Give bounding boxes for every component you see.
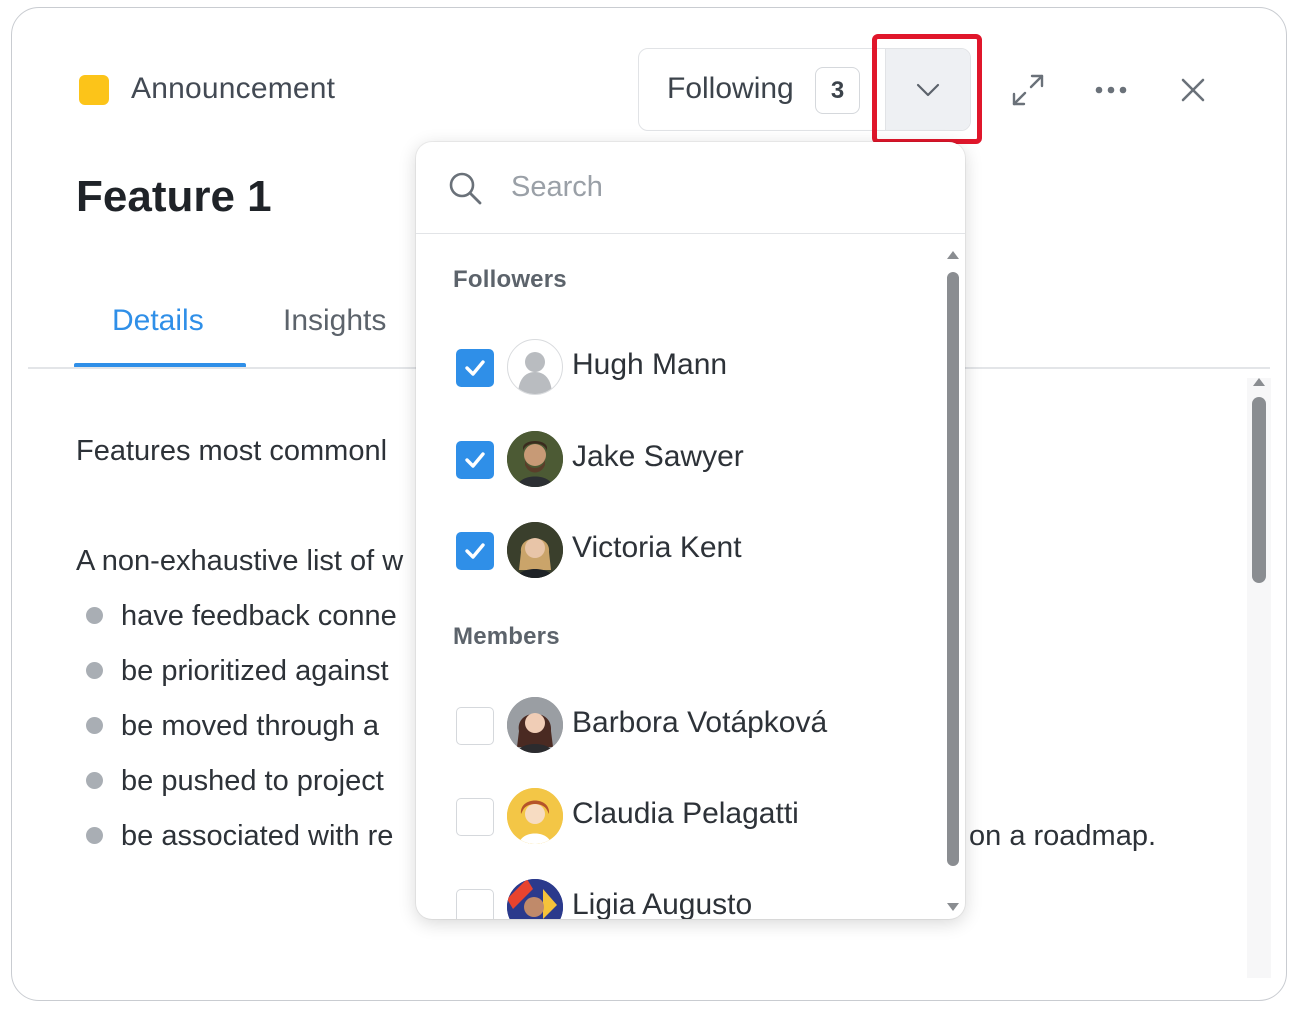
- person-name: Ligia Augusto: [572, 888, 753, 919]
- checkbox-unchecked[interactable]: [456, 798, 494, 836]
- close-button[interactable]: [1172, 70, 1214, 110]
- members-section-label: Members: [453, 623, 560, 650]
- content-scrollbar-thumb[interactable]: [1252, 397, 1266, 583]
- tab-details[interactable]: Details: [112, 304, 204, 338]
- bullet-dot: [86, 607, 103, 624]
- followers-dropdown: Followers Hugh Mann: [416, 142, 965, 919]
- tab-insights[interactable]: Insights: [283, 304, 386, 338]
- item-type-label: Announcement: [131, 72, 336, 105]
- expand-button[interactable]: [1004, 68, 1052, 112]
- list-item-tail: on a roadmap.: [969, 820, 1157, 852]
- checkmark-icon: [465, 360, 485, 376]
- avatar: [507, 431, 563, 487]
- bullet-dot: [86, 662, 103, 679]
- search-row: [416, 142, 965, 234]
- following-label[interactable]: Following: [667, 72, 794, 106]
- description-paragraph: Features most commonl: [76, 435, 388, 467]
- announcement-color-chip: [79, 75, 109, 105]
- scroll-down-arrow-icon[interactable]: [946, 902, 960, 912]
- person-name: Victoria Kent: [572, 531, 742, 564]
- list-item: be prioritized against: [121, 655, 389, 687]
- checkmark-icon: [465, 452, 485, 468]
- person-name: Claudia Pelagatti: [572, 797, 799, 830]
- avatar: [507, 788, 563, 844]
- follower-item-victoria-kent[interactable]: Victoria Kent: [456, 522, 926, 580]
- member-item-ligia-augusto[interactable]: Ligia Augusto: [456, 879, 926, 919]
- bullet-dot: [86, 717, 103, 734]
- list-item: be associated with re: [121, 820, 394, 852]
- feature-title[interactable]: Feature 1: [76, 172, 272, 222]
- member-item-barbora-votapkova[interactable]: Barbora Votápková: [456, 697, 926, 755]
- checkbox-checked[interactable]: [456, 349, 494, 387]
- follower-item-jake-sawyer[interactable]: Jake Sawyer: [456, 431, 926, 489]
- avatar: [507, 879, 563, 919]
- checkbox-checked[interactable]: [456, 441, 494, 479]
- checkbox-unchecked[interactable]: [456, 707, 494, 745]
- chevron-down-icon: [916, 83, 940, 96]
- list-item: be moved through a: [121, 710, 379, 742]
- dropdown-scrollbar-thumb[interactable]: [947, 272, 959, 866]
- avatar: [507, 339, 563, 395]
- member-item-claudia-pelagatti[interactable]: Claudia Pelagatti: [456, 788, 926, 846]
- person-name: Jake Sawyer: [572, 440, 744, 473]
- expand-icon: [1012, 74, 1044, 106]
- list-item: have feedback conne: [121, 600, 397, 632]
- checkbox-checked[interactable]: [456, 532, 494, 570]
- followers-section-label: Followers: [453, 266, 567, 293]
- avatar: [507, 697, 563, 753]
- bullet-dot: [86, 827, 103, 844]
- follower-item-hugh-mann[interactable]: Hugh Mann: [456, 339, 926, 397]
- person-name: Hugh Mann: [572, 348, 728, 381]
- checkmark-icon: [465, 543, 485, 559]
- scroll-up-arrow-icon[interactable]: [946, 250, 960, 260]
- scroll-up-arrow-icon[interactable]: [1252, 377, 1266, 387]
- close-icon: [1181, 78, 1205, 102]
- more-options-button[interactable]: [1088, 70, 1134, 110]
- bullet-dot: [86, 772, 103, 789]
- following-count-badge: 3: [815, 67, 860, 114]
- more-horizontal-icon: [1095, 86, 1127, 94]
- avatar: [507, 522, 563, 578]
- person-name: Barbora Votápková: [572, 706, 828, 739]
- list-item: be pushed to project: [121, 765, 384, 797]
- description-paragraph: A non-exhaustive list of w: [76, 545, 404, 577]
- search-icon: [449, 172, 482, 205]
- followers-dropdown-toggle[interactable]: [886, 49, 970, 130]
- search-input[interactable]: [511, 164, 931, 210]
- checkbox-unchecked[interactable]: [456, 889, 494, 919]
